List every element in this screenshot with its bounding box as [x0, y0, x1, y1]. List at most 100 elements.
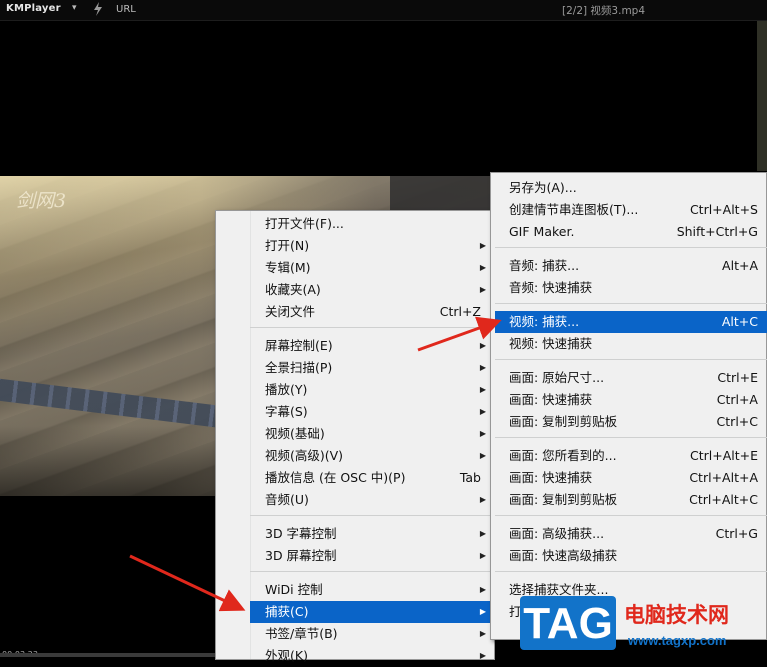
video-edge [757, 21, 767, 171]
menu-item[interactable]: 3D 字幕控制 ▶ [250, 523, 492, 545]
submenu-item[interactable]: 音频: 快速捕获 [495, 277, 767, 299]
site-url: www.tagxp.com [628, 633, 727, 648]
context-menu: 打开文件(F)... 打开(N) ▶ 专辑(M) ▶ 收藏夹(A) ▶ 关闭文件 Ctrl+Z 屏… [215, 210, 495, 663]
file-title: [2/2] 视频3.mp4 [562, 5, 646, 17]
menu-item-label: 全景扫描(P) [265, 360, 333, 375]
submenu-arrow-icon: ▶ [479, 385, 486, 394]
menu-item[interactable]: 捕获(C) ▶ [250, 601, 492, 623]
menu-item[interactable]: 音频(U) ▶ [250, 489, 492, 511]
menu-item-label: 收藏夹(A) [265, 282, 321, 297]
menu-item[interactable]: 全景扫描(P) ▶ [250, 357, 492, 379]
menu-item[interactable]: WiDi 控制 ▶ [250, 579, 492, 601]
submenu-item-label: 创建情节串连图板(T)... [509, 202, 639, 217]
submenu-item[interactable]: 另存为(A)... [495, 177, 767, 199]
submenu-item[interactable]: 画面: 复制到剪贴板 Ctrl+Alt+C [495, 489, 767, 511]
menu-separator [495, 247, 767, 248]
submenu-arrow-icon: ▶ [479, 451, 486, 460]
seek-bar[interactable] [0, 653, 215, 657]
submenu-arrow-icon: ▶ [479, 585, 486, 594]
submenu-item[interactable]: 视频: 捕获... Alt+C [495, 311, 767, 333]
menu-item-label: 视频(高级)(V) [265, 448, 344, 463]
title-bar: KMPlayer ▾ URL [2/2] 视频3.mp4 [0, 0, 767, 21]
menu-item-label: 书签/章节(B) [265, 626, 338, 641]
submenu-item[interactable]: 画面: 快速捕获 Ctrl+Alt+A [495, 467, 767, 489]
submenu-item-label: 画面: 复制到剪贴板 [509, 492, 618, 507]
menu-item[interactable]: 3D 屏幕控制 ▶ [250, 545, 492, 567]
menu-separator [250, 571, 492, 572]
menu-item[interactable]: 打开(N) ▶ [250, 235, 492, 257]
submenu-item-shortcut: Ctrl+Alt+A [689, 470, 758, 485]
submenu-item-label: 画面: 原始尺寸... [509, 370, 605, 385]
menu-item[interactable]: 播放(Y) ▶ [250, 379, 492, 401]
submenu-arrow-icon: ▶ [479, 495, 486, 504]
menu-item[interactable]: 字幕(S) ▶ [250, 401, 492, 423]
submenu-item[interactable]: 画面: 高级捕获... Ctrl+G [495, 523, 767, 545]
menu-item-label: 字幕(S) [265, 404, 308, 419]
submenu-item-label: 画面: 快速捕获 [509, 392, 593, 407]
app-logo[interactable]: KMPlayer [6, 3, 61, 14]
submenu-arrow-icon: ▶ [479, 263, 486, 272]
menu-item[interactable]: 专辑(M) ▶ [250, 257, 492, 279]
menu-item[interactable]: 书签/章节(B) ▶ [250, 623, 492, 645]
menu-separator [495, 359, 767, 360]
menu-item[interactable]: 屏幕控制(E) ▶ [250, 335, 492, 357]
menu-item[interactable]: 收藏夹(A) ▶ [250, 279, 492, 301]
submenu-item-shortcut: Ctrl+Alt+E [689, 448, 758, 463]
submenu-item-shortcut: Ctrl+G [715, 526, 758, 541]
submenu-item[interactable]: 画面: 快速捕获 Ctrl+A [495, 389, 767, 411]
submenu-item-label: 另存为(A)... [509, 180, 577, 195]
chevron-down-icon[interactable]: ▾ [72, 3, 77, 13]
capture-submenu: 另存为(A)... 创建情节串连图板(T)... Ctrl+Alt+S GIF Mak… [490, 172, 767, 640]
submenu-arrow-icon: ▶ [479, 651, 486, 660]
submenu-item-label: 音频: 快速捕获 [509, 280, 593, 295]
menu-item-label: 3D 屏幕控制 [265, 548, 337, 563]
menu-item-shortcut: Tab [459, 470, 481, 485]
submenu-arrow-icon: ▶ [479, 607, 486, 616]
submenu-item-shortcut: Shift+Ctrl+G [676, 224, 758, 239]
menu-separator [250, 327, 492, 328]
submenu-item[interactable]: 画面: 复制到剪贴板 Ctrl+C [495, 411, 767, 433]
submenu-arrow-icon: ▶ [479, 529, 486, 538]
menu-item-label: WiDi 控制 [265, 582, 323, 597]
flash-icon[interactable] [92, 2, 104, 16]
menu-item-label: 关闭文件 [265, 304, 316, 319]
menu-item-label: 音频(U) [265, 492, 309, 507]
submenu-item[interactable]: 音频: 捕获... Alt+A [495, 255, 767, 277]
submenu-item-label: 视频: 捕获... [509, 314, 580, 329]
menu-item[interactable]: 播放信息 (在 OSC 中)(P) Tab [250, 467, 492, 489]
menu-item[interactable]: 关闭文件 Ctrl+Z [250, 301, 492, 323]
submenu-item[interactable]: 画面: 原始尺寸... Ctrl+E [495, 367, 767, 389]
submenu-item[interactable]: 画面: 快速高级捕获 [495, 545, 767, 567]
tag-logo: TAG [520, 596, 616, 650]
submenu-arrow-icon: ▶ [479, 429, 486, 438]
menu-item[interactable]: 视频(基础) ▶ [250, 423, 492, 445]
menu-item[interactable]: 打开文件(F)... [250, 213, 492, 235]
submenu-item-label: 画面: 您所看到的... [509, 448, 617, 463]
submenu-item[interactable]: GIF Maker. Shift+Ctrl+G [495, 221, 767, 243]
submenu-item-label: 音频: 捕获... [509, 258, 580, 273]
submenu-item-shortcut: Ctrl+A [716, 392, 758, 407]
submenu-item-label: 画面: 高级捕获... [509, 526, 605, 541]
submenu-item-label: 视频: 快速捕获 [509, 336, 593, 351]
menu-separator [250, 515, 492, 516]
submenu-arrow-icon: ▶ [479, 341, 486, 350]
menu-item-label: 捕获(C) [265, 604, 309, 619]
menu-item[interactable]: 外观(K) ▶ [250, 645, 492, 667]
menu-item-label: 屏幕控制(E) [265, 338, 333, 353]
menu-separator [495, 303, 767, 304]
site-name: 电脑技术网 [624, 603, 729, 627]
menu-item-label: 播放(Y) [265, 382, 308, 397]
menu-separator [495, 437, 767, 438]
submenu-arrow-icon: ▶ [479, 363, 486, 372]
menu-item-label: 视频(基础) [265, 426, 325, 441]
submenu-arrow-icon: ▶ [479, 407, 486, 416]
menu-item-shortcut: Ctrl+Z [439, 304, 481, 319]
submenu-item[interactable]: 视频: 快速捕获 [495, 333, 767, 355]
submenu-item-label: 画面: 复制到剪贴板 [509, 414, 618, 429]
url-button[interactable]: URL [116, 4, 136, 15]
submenu-item[interactable]: 画面: 您所看到的... Ctrl+Alt+E [495, 445, 767, 467]
submenu-item[interactable]: 创建情节串连图板(T)... Ctrl+Alt+S [495, 199, 767, 221]
menu-item-label: 播放信息 (在 OSC 中)(P) [265, 470, 406, 485]
menu-item[interactable]: 视频(高级)(V) ▶ [250, 445, 492, 467]
game-logo: 剑网3 [16, 190, 67, 212]
